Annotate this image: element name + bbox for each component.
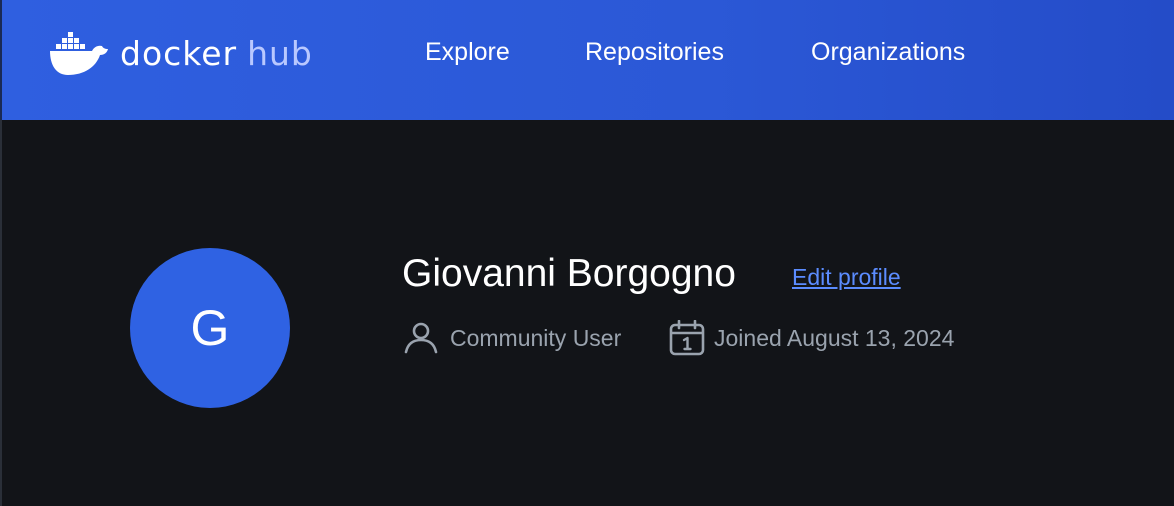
joined-date: Joined August 13, 2024 (668, 320, 954, 356)
top-navigation-bar: docker hub Explore Repositories Organiza… (0, 0, 1174, 120)
logo-hub-text: hub (247, 33, 313, 73)
joined-date-label: Joined August 13, 2024 (714, 324, 955, 351)
user-icon (402, 320, 440, 356)
nav-repositories[interactable]: Repositories (585, 36, 724, 68)
calendar-icon (668, 320, 706, 356)
user-type: Community User (402, 320, 621, 356)
logo-docker-text: docker (120, 33, 238, 73)
nav-explore[interactable]: Explore (425, 36, 510, 68)
page: docker hub Explore Repositories Organiza… (0, 0, 1174, 506)
profile-section: G Giovanni Borgogno Edit profile Communi… (0, 120, 1174, 506)
docker-whale-icon (48, 29, 110, 77)
nav-organizations[interactable]: Organizations (811, 36, 965, 68)
profile-name: Giovanni Borgogno (402, 252, 736, 295)
user-type-label: Community User (450, 324, 622, 351)
edit-profile-link[interactable]: Edit profile (792, 264, 901, 291)
docker-hub-logo[interactable]: docker hub (48, 28, 313, 78)
avatar: G (130, 248, 290, 408)
